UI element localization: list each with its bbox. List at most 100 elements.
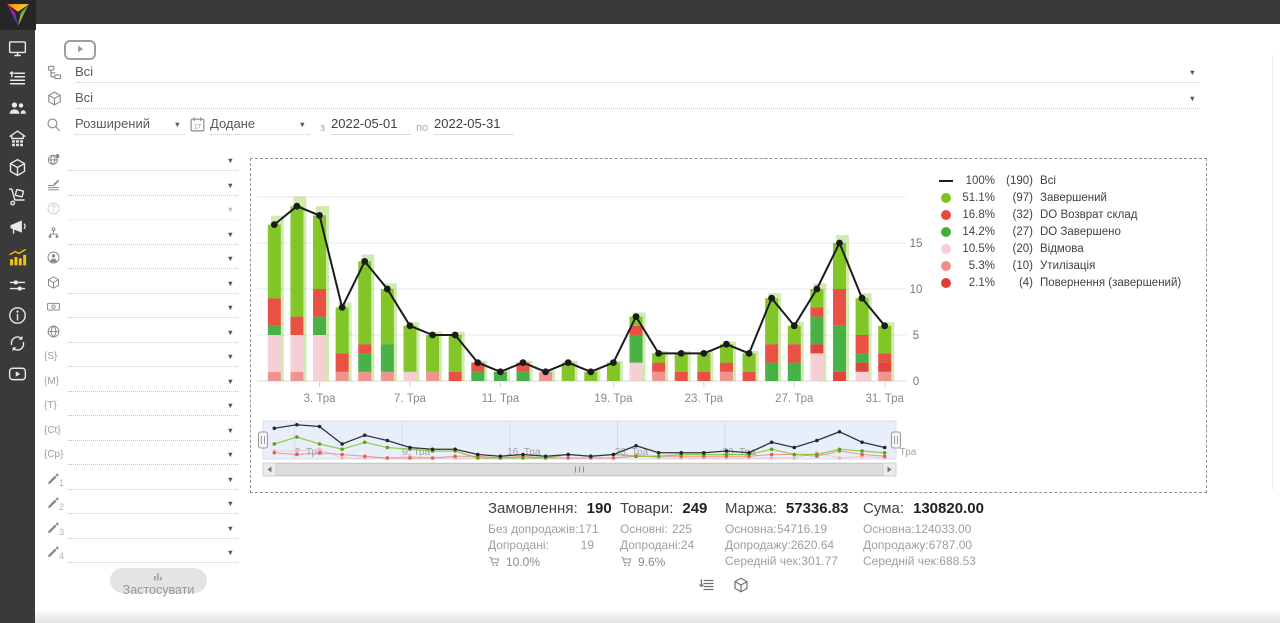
- summary-sub-row: Допродані:19: [488, 538, 594, 554]
- personcircle-icon: [46, 250, 61, 265]
- product-select-value: Всі: [75, 90, 93, 105]
- left-filter-select-11[interactable]: ▼: [68, 397, 238, 416]
- pencil-number: 4: [59, 551, 64, 561]
- left-filter-select-4[interactable]: ▼: [68, 226, 238, 245]
- left-filter-select-17[interactable]: ▼: [68, 544, 238, 563]
- left-filter-select-6[interactable]: ▼: [68, 275, 238, 294]
- left-filter-select-7[interactable]: ▼: [68, 299, 238, 318]
- footer-strip: [35, 609, 1280, 623]
- summary-column-4: Сума:130820.00Основна:124033.00Допродажу…: [863, 500, 967, 570]
- sidebar-item-integrations[interactable]: [7, 333, 28, 354]
- data-point: [746, 350, 753, 357]
- order-status-select[interactable]: Всі ▼: [75, 64, 1200, 83]
- sliders-icon: [7, 275, 28, 296]
- search-mode-value: Розширений: [75, 116, 150, 131]
- summary-sub-row: Середній чек:301.77: [725, 554, 827, 570]
- chevron-down-icon: ▼: [227, 499, 234, 508]
- left-filter-select-16[interactable]: ▼: [68, 520, 238, 539]
- video-icon: [7, 363, 28, 384]
- left-filter-select-8[interactable]: ▼: [68, 324, 238, 343]
- data-point: [474, 359, 481, 366]
- sidebar: [0, 24, 35, 623]
- help-icon: [46, 201, 61, 216]
- mini-chart-icon: [153, 571, 164, 581]
- legend-dot-swatch: [939, 227, 953, 237]
- filter-tag-icon: {S}: [44, 351, 57, 362]
- legend-label: Всі: [1040, 175, 1056, 187]
- megaphone-icon: [7, 216, 28, 237]
- data-point: [339, 304, 346, 311]
- products-view-toggle[interactable]: [732, 576, 750, 594]
- sidebar-item-statistics[interactable]: [7, 247, 28, 268]
- legend-item-4[interactable]: 14.2%(27)DO Завершено: [939, 223, 1181, 240]
- apply-button[interactable]: Застосувати: [110, 568, 207, 593]
- data-point: [700, 350, 707, 357]
- scrollbar-right-arrow[interactable]: [883, 463, 896, 476]
- chart-navigator[interactable]: 2. Тра9. Тра16. Тра23. Тра30. Тра: [259, 421, 901, 460]
- penlines-icon: [46, 177, 61, 192]
- search-mode-select[interactable]: Розширений ▼: [75, 116, 185, 135]
- left-filter-select-3: ▼: [68, 201, 238, 220]
- data-point: [565, 359, 572, 366]
- summary-title-value: 57336.83: [786, 500, 849, 522]
- sidebar-item-dashboard[interactable]: [7, 38, 28, 59]
- legend-count: (4): [995, 277, 1033, 289]
- personcircle-icon: [46, 250, 61, 265]
- legend-percent: 5.3%: [953, 260, 995, 272]
- x-axis-label: 11. Тра: [482, 393, 520, 405]
- data-point: [813, 286, 820, 293]
- legend-dot-swatch: [939, 210, 953, 220]
- sidebar-item-warehouse[interactable]: [7, 128, 28, 149]
- chevron-down-icon: ▼: [227, 426, 234, 435]
- left-filter-select-2[interactable]: ▼: [68, 177, 238, 196]
- chevron-down-icon: ▼: [227, 279, 234, 288]
- legend-item-7[interactable]: 2.1%(4)Повернення (завершений): [939, 274, 1181, 291]
- data-point: [520, 359, 527, 366]
- left-filter-select-9[interactable]: ▼: [68, 348, 238, 367]
- upsell-percent-row: 10.0%: [488, 554, 594, 570]
- left-filter-select-10[interactable]: ▼: [68, 373, 238, 392]
- navigator-handle-right[interactable]: [892, 432, 901, 448]
- legend-item-6[interactable]: 5.3%(10)Утилізація: [939, 257, 1181, 274]
- legend-count: (97): [995, 192, 1033, 204]
- sidebar-item-products[interactable]: [7, 157, 28, 178]
- left-filter-select-5[interactable]: ▼: [68, 250, 238, 269]
- data-point: [881, 322, 888, 329]
- chart-icon: [7, 247, 28, 268]
- scrollbar-left-arrow[interactable]: [263, 463, 276, 476]
- sidebar-item-orders[interactable]: [7, 68, 28, 89]
- topbar: [0, 0, 1280, 24]
- sidebar-item-settings[interactable]: [7, 275, 28, 296]
- legend-item-2[interactable]: 51.1%(97)Завершений: [939, 189, 1181, 206]
- summary-sub-row: Допродані:24: [620, 538, 692, 554]
- data-point: [723, 341, 730, 348]
- left-filter-select-15[interactable]: ▼: [68, 495, 238, 514]
- legend-item-3[interactable]: 16.8%(32)DO Возврат склад: [939, 206, 1181, 223]
- video-tutorial-button[interactable]: [64, 40, 96, 60]
- summary-title-value: 130820.00: [913, 500, 984, 522]
- date-to-input[interactable]: 2022-05-31: [434, 116, 514, 135]
- legend-count: (190): [995, 175, 1033, 187]
- upsell-percent-row: 9.6%: [620, 554, 692, 570]
- left-filter-select-14[interactable]: ▼: [68, 471, 238, 490]
- sidebar-item-info[interactable]: [7, 305, 28, 326]
- sidebar-item-customers[interactable]: [7, 98, 28, 119]
- left-filter-select-13[interactable]: ▼: [68, 446, 238, 465]
- sidebar-item-video-lessons[interactable]: [7, 363, 28, 384]
- chevron-down-icon: ▼: [227, 450, 234, 459]
- sidebar-item-logistics[interactable]: [7, 186, 28, 207]
- legend-item-5[interactable]: 10.5%(20)Відмова: [939, 240, 1181, 257]
- product-select[interactable]: Всі ▼: [75, 90, 1200, 109]
- left-filter-select-12[interactable]: ▼: [68, 422, 238, 441]
- date-field-select[interactable]: Додане ▼: [210, 116, 310, 135]
- legend-item-1[interactable]: 100%(190) Всі: [939, 172, 1181, 189]
- legend-percent: 100%: [953, 175, 995, 187]
- left-filter-select-1[interactable]: ▼: [68, 152, 238, 171]
- chart-scrollbar[interactable]: [263, 463, 896, 476]
- app-logo[interactable]: [0, 0, 36, 30]
- sidebar-item-marketing[interactable]: [7, 216, 28, 237]
- orders-view-toggle[interactable]: [698, 576, 716, 594]
- navigator-handle-left[interactable]: [259, 432, 268, 448]
- legend-label: DO Возврат склад: [1040, 209, 1138, 221]
- date-from-input[interactable]: 2022-05-01: [331, 116, 411, 135]
